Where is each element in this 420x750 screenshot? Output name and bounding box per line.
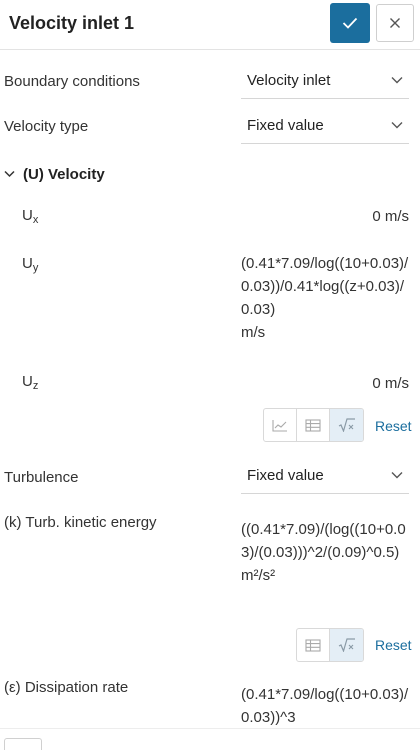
velocity-reset-button[interactable]: Reset [375, 418, 412, 434]
line-chart-icon [272, 419, 287, 432]
table-icon [305, 638, 321, 652]
dissipation-rate-label: (ε) Dissipation rate [4, 679, 129, 696]
divider [0, 728, 420, 729]
table-icon [305, 418, 321, 432]
uy-label: Uy [22, 255, 39, 274]
formula-mode-button[interactable] [330, 629, 363, 661]
confirm-button[interactable] [330, 3, 370, 43]
uy-expression: (0.41*7.09/log((10+0.03)/0.03))/0.41*log… [241, 255, 409, 318]
chevron-down-icon [4, 170, 15, 178]
bottom-tab-stub[interactable] [4, 738, 42, 750]
boundary-conditions-select[interactable]: Velocity inlet [241, 65, 409, 99]
turbulence-value: Fixed value [247, 467, 324, 484]
k-input-mode-toolbar [296, 628, 364, 662]
table-mode-button[interactable] [297, 409, 330, 441]
chevron-down-icon [391, 122, 403, 129]
chevron-down-icon [391, 472, 403, 479]
velocity-section-title: (U) Velocity [23, 165, 105, 183]
turb-kinetic-energy-field[interactable]: ((0.41*7.09)/(log((10+0.03)/(0.03)))^2/(… [241, 518, 409, 587]
velocity-type-value: Fixed value [247, 117, 324, 134]
turb-kinetic-energy-unit: m²/s² [241, 567, 276, 584]
uy-unit: m/s [241, 324, 266, 341]
table-mode-button[interactable] [297, 629, 330, 661]
chart-mode-button[interactable] [264, 409, 297, 441]
ux-label: Ux [22, 207, 39, 226]
velocity-input-mode-toolbar [263, 408, 364, 442]
velocity-type-select[interactable]: Fixed value [241, 110, 409, 144]
dialog-header: Velocity inlet 1 [0, 0, 420, 50]
dialog-title: Velocity inlet 1 [9, 13, 135, 33]
ux-value[interactable]: 0 m/s [372, 208, 409, 225]
velocity-type-label: Velocity type [4, 118, 89, 135]
turb-kinetic-energy-expression: ((0.41*7.09)/(log((10+0.03)/(0.03)))^2/(… [241, 521, 406, 561]
uy-expression-field[interactable]: (0.41*7.09/log((10+0.03)/0.03))/0.41*log… [241, 252, 409, 344]
uz-label: Uz [22, 373, 39, 392]
check-icon [342, 17, 358, 29]
uz-value[interactable]: 0 m/s [372, 375, 409, 392]
turbulence-select[interactable]: Fixed value [241, 460, 409, 494]
formula-icon [338, 638, 355, 652]
boundary-conditions-label: Boundary conditions [4, 73, 140, 90]
k-reset-button[interactable]: Reset [375, 637, 412, 653]
turbulence-label: Turbulence [4, 469, 79, 486]
dissipation-rate-field[interactable]: (0.41*7.09/log((10+0.03)/0.03))^3 [241, 683, 409, 729]
close-button[interactable] [376, 4, 414, 42]
velocity-section-toggle[interactable]: (U) Velocity [4, 164, 105, 184]
formula-mode-button[interactable] [330, 409, 363, 441]
dissipation-rate-expression: (0.41*7.09/log((10+0.03)/0.03))^3 [241, 686, 409, 726]
chevron-down-icon [391, 77, 403, 84]
formula-icon [338, 418, 355, 432]
boundary-conditions-value: Velocity inlet [247, 72, 331, 89]
close-icon [390, 18, 400, 28]
turb-kinetic-energy-label: (k) Turb. kinetic energy [4, 514, 157, 531]
